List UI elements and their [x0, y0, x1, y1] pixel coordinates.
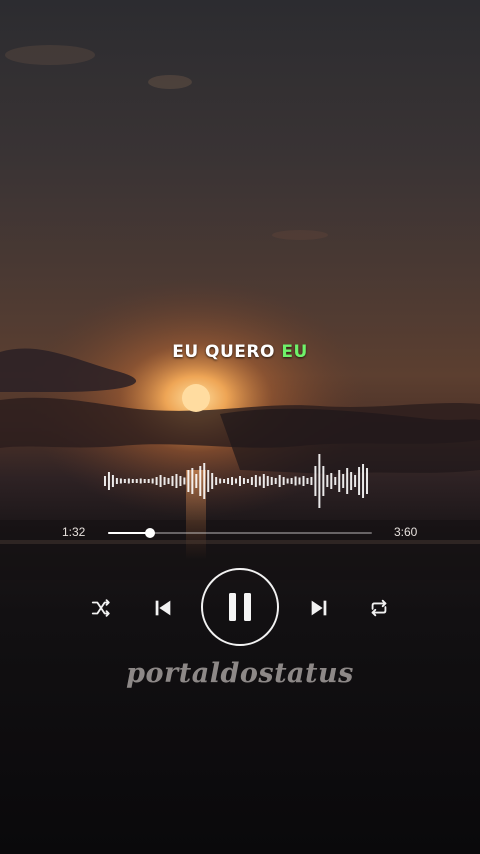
waveform-bar [314, 466, 317, 496]
next-button[interactable] [304, 593, 334, 623]
waveform-bar [155, 477, 158, 485]
repeat-button[interactable] [364, 593, 394, 623]
waveform-bar [362, 464, 365, 498]
waveform-bar [298, 477, 301, 485]
shuffle-icon [91, 599, 110, 617]
previous-button[interactable] [148, 593, 178, 623]
waveform-bar [207, 470, 210, 492]
waveform-bar [322, 466, 325, 496]
waveform-bar [191, 468, 194, 494]
waveform-bar [143, 479, 146, 483]
waveform-bar [187, 470, 190, 492]
progress-bar[interactable] [108, 528, 372, 538]
waveform-bar [274, 478, 277, 484]
waveform-bar [258, 476, 261, 486]
waveform-bar [163, 477, 166, 485]
waveform-bar [211, 473, 214, 489]
waveform-bar [238, 476, 241, 486]
lyric-highlight: EU [281, 342, 308, 362]
waveform-bar [227, 478, 230, 484]
waveform-bar [223, 479, 226, 483]
waveform-bar [366, 468, 369, 494]
waveform-bar [115, 478, 118, 484]
progress-fill [108, 532, 151, 534]
current-time: 1:32 [62, 525, 86, 539]
waveform-bar [278, 475, 281, 487]
lyric-text: EU QUERO [172, 342, 275, 362]
watermark: portaldostatus [126, 658, 354, 689]
waveform-bar [183, 477, 186, 485]
waveform-bar [290, 478, 293, 484]
previous-icon [155, 600, 171, 616]
waveform-bar [235, 478, 237, 484]
waveform-bar [246, 479, 249, 483]
waveform-bar [199, 466, 202, 496]
waveform-bar [270, 477, 273, 485]
repeat-icon [371, 599, 387, 617]
waveform-bar [175, 474, 178, 488]
waveform-bar [346, 468, 349, 494]
waveform-bar [354, 475, 357, 487]
waveform-bar [131, 479, 134, 483]
lyric-line: EU QUERO EU [0, 342, 480, 362]
waveform-bar [266, 476, 269, 486]
waveform-bar [179, 476, 182, 486]
sunset-background [0, 0, 480, 854]
waveform-bar [358, 467, 361, 495]
pause-icon [229, 593, 251, 621]
waveform-bar [242, 478, 245, 484]
total-time: 3:60 [394, 525, 418, 539]
waveform-bar [231, 477, 234, 485]
waveform-bar [127, 478, 130, 484]
waveform-bar [342, 474, 345, 488]
waveform-bar [111, 475, 114, 487]
waveform-bar [310, 477, 313, 485]
audio-waveform [103, 454, 369, 508]
play-pause-button[interactable] [201, 568, 279, 646]
waveform-bar [338, 470, 341, 492]
waveform-bar [250, 477, 253, 485]
waveform-bar [215, 477, 218, 485]
waveform-bar [107, 472, 110, 490]
waveform-bar [151, 478, 154, 484]
waveform-bar [139, 478, 142, 484]
waveform-bar [318, 454, 321, 508]
waveform-bar [286, 478, 289, 484]
waveform-bar [334, 477, 337, 485]
waveform-bar [254, 475, 257, 487]
waveform-bar [119, 478, 122, 484]
waveform-bar [135, 479, 138, 483]
waveform-bar [326, 475, 329, 487]
waveform-bar [294, 476, 297, 486]
waveform-bar [219, 478, 222, 484]
waveform-bar [123, 479, 126, 483]
waveform-bar [103, 476, 106, 486]
waveform-bar [167, 478, 170, 484]
waveform-bar [147, 479, 150, 483]
next-icon [311, 600, 327, 616]
waveform-bar [306, 478, 309, 484]
waveform-bar [330, 473, 333, 489]
waveform-bar [262, 474, 265, 488]
shuffle-button[interactable] [86, 593, 116, 623]
waveform-bar [195, 474, 198, 488]
waveform-bar [171, 476, 174, 486]
waveform-bar [302, 476, 305, 486]
waveform-bar [282, 477, 285, 485]
waveform-bar [203, 463, 206, 499]
waveform-bar [350, 472, 353, 490]
waveform-bar [159, 475, 162, 487]
